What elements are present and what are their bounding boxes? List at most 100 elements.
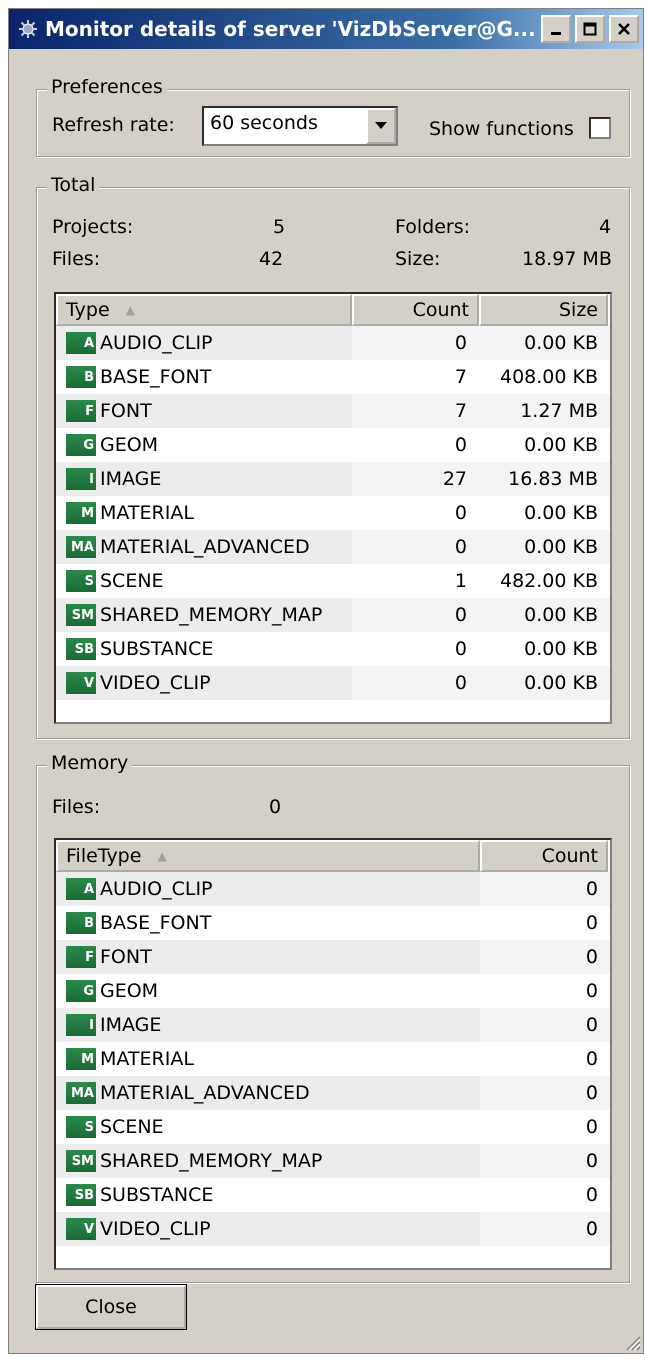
table-row[interactable]: A AUDIO_CLIP 0 (56, 872, 610, 906)
type-name: FONT (100, 946, 152, 968)
table-row[interactable]: SB SUBSTANCE 0 0.00 KB (56, 632, 610, 666)
column-header-label: FileType (66, 845, 142, 867)
column-header-size[interactable]: Size (479, 294, 608, 326)
resize-grip-icon[interactable] (621, 1331, 641, 1351)
count-cell: 0 (480, 1144, 610, 1178)
type-name: FONT (100, 400, 152, 422)
window-title: Monitor details of server 'VizDbServer@G… (45, 17, 536, 41)
table-row[interactable]: G GEOM 0 0.00 KB (56, 428, 610, 462)
total-type-table[interactable]: Type ▲ Count Size A AUDIO_CLIP 0 0.00 KB B BA… (54, 292, 612, 724)
type-cell: I IMAGE (56, 462, 352, 496)
file-type-icon: F (66, 400, 96, 422)
file-type-icon: B (66, 366, 96, 388)
count-cell: 7 (352, 394, 479, 428)
type-name: GEOM (100, 434, 159, 456)
size-cell: 0.00 KB (479, 530, 610, 564)
file-type-icon: SB (66, 638, 96, 660)
table-row[interactable]: S SCENE 0 (56, 1110, 610, 1144)
table-row[interactable]: SM SHARED_MEMORY_MAP 0 (56, 1144, 610, 1178)
type-cell: M MATERIAL (56, 496, 352, 530)
sort-ascending-icon: ▲ (157, 849, 167, 863)
files-value: 42 (259, 248, 284, 270)
chevron-down-icon[interactable] (366, 108, 396, 144)
type-cell: F FONT (56, 394, 352, 428)
table-header: FileType ▲ Count (56, 840, 608, 872)
table-row[interactable]: A AUDIO_CLIP 0 0.00 KB (56, 326, 610, 360)
file-type-icon: S (66, 1116, 96, 1138)
type-cell: SB SUBSTANCE (56, 632, 352, 666)
table-row[interactable]: G GEOM 0 (56, 974, 610, 1008)
table-row[interactable]: SB SUBSTANCE 0 (56, 1178, 610, 1212)
type-name: SCENE (100, 1116, 164, 1138)
type-cell: MA MATERIAL_ADVANCED (56, 530, 352, 564)
type-cell: G GEOM (56, 428, 352, 462)
minimize-button[interactable] (541, 15, 571, 43)
table-row[interactable]: V VIDEO_CLIP 0 (56, 1212, 610, 1246)
files-label: Files: (52, 248, 101, 270)
title-bar[interactable]: Monitor details of server 'VizDbServer@G… (9, 9, 643, 49)
table-row[interactable]: B BASE_FONT 7 408.00 KB (56, 360, 610, 394)
count-cell: 0 (480, 1212, 610, 1246)
size-cell: 0.00 KB (479, 428, 610, 462)
show-functions-checkbox[interactable] (589, 117, 611, 139)
column-header-count[interactable]: Count (480, 840, 608, 872)
file-type-icon: I (66, 1014, 96, 1036)
table-row[interactable]: V VIDEO_CLIP 0 0.00 KB (56, 666, 610, 700)
column-header-count[interactable]: Count (352, 294, 479, 326)
column-header-type[interactable]: Type ▲ (56, 294, 352, 326)
type-cell: V VIDEO_CLIP (56, 666, 352, 700)
count-cell: 0 (352, 530, 479, 564)
memory-legend: Memory (47, 752, 133, 774)
type-cell: B BASE_FONT (56, 360, 352, 394)
count-cell: 0 (352, 496, 479, 530)
table-row[interactable]: M MATERIAL 0 (56, 1042, 610, 1076)
table-row[interactable]: I IMAGE 0 (56, 1008, 610, 1042)
refresh-rate-select[interactable]: 60 seconds (202, 106, 398, 146)
size-cell: 0.00 KB (479, 666, 610, 700)
table-row[interactable]: S SCENE 1 482.00 KB (56, 564, 610, 598)
gear-icon (17, 18, 39, 40)
size-cell: 1.27 MB (479, 394, 610, 428)
table-row[interactable]: M MATERIAL 0 0.00 KB (56, 496, 610, 530)
preferences-group: Preferences Refresh rate: 60 seconds Sho… (36, 76, 630, 157)
table-row[interactable]: SM SHARED_MEMORY_MAP 0 0.00 KB (56, 598, 610, 632)
type-cell: F FONT (56, 940, 480, 974)
folders-value: 4 (599, 216, 612, 238)
file-type-icon: G (66, 980, 96, 1002)
close-window-button[interactable] (609, 15, 639, 43)
table-row[interactable]: F FONT 7 1.27 MB (56, 394, 610, 428)
type-name: AUDIO_CLIP (100, 878, 213, 900)
refresh-rate-label: Refresh rate: (52, 114, 175, 136)
file-type-icon: A (66, 332, 96, 354)
type-cell: M MATERIAL (56, 1042, 480, 1076)
table-row[interactable]: F FONT 0 (56, 940, 610, 974)
size-label: Size: (395, 248, 441, 270)
minimize-icon (551, 32, 561, 35)
table-row[interactable]: I IMAGE 27 16.83 MB (56, 462, 610, 496)
table-row[interactable]: B BASE_FONT 0 (56, 906, 610, 940)
type-cell: B BASE_FONT (56, 906, 480, 940)
type-name: BASE_FONT (100, 366, 212, 388)
count-cell: 0 (352, 632, 479, 666)
maximize-icon (583, 22, 597, 36)
type-name: VIDEO_CLIP (100, 1218, 211, 1240)
maximize-button[interactable] (575, 15, 605, 43)
close-button[interactable]: Close (35, 1284, 187, 1330)
type-name: SUBSTANCE (100, 1184, 214, 1206)
type-name: SCENE (100, 570, 164, 592)
type-name: SUBSTANCE (100, 638, 214, 660)
type-cell: SB SUBSTANCE (56, 1178, 480, 1212)
table-header: Type ▲ Count Size (56, 294, 608, 326)
table-row[interactable]: MA MATERIAL_ADVANCED 0 0.00 KB (56, 530, 610, 564)
preferences-legend: Preferences (47, 76, 167, 98)
column-header-filetype[interactable]: FileType ▲ (56, 840, 480, 872)
memory-filetype-table[interactable]: FileType ▲ Count A AUDIO_CLIP 0 B BASE_FONT 0… (54, 838, 612, 1270)
type-cell: MA MATERIAL_ADVANCED (56, 1076, 480, 1110)
type-cell: I IMAGE (56, 1008, 480, 1042)
count-cell: 0 (352, 666, 479, 700)
type-name: VIDEO_CLIP (100, 672, 211, 694)
column-header-label: Count (412, 299, 469, 321)
type-cell: S SCENE (56, 1110, 480, 1144)
table-row[interactable]: MA MATERIAL_ADVANCED 0 (56, 1076, 610, 1110)
count-cell: 0 (480, 1076, 610, 1110)
